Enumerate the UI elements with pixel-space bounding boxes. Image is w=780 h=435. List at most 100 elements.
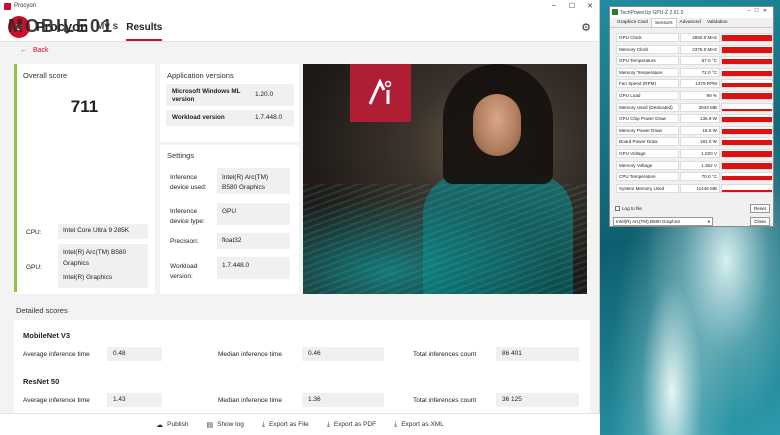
sensor-graph	[721, 137, 773, 147]
sensor-graph	[721, 91, 773, 100]
sensor-name[interactable]: Memory Power Draw	[616, 125, 679, 135]
tab-results[interactable]: Results	[126, 22, 163, 41]
sensor-name[interactable]: CPU Temperature	[616, 172, 679, 182]
precision-value: float32	[217, 233, 290, 249]
sensor-row: System Memory Used 11446 MB	[616, 183, 774, 194]
gpuz-window: TechPowerUp GPU-Z 2.61.0 –☐✕ Graphics Ca…	[609, 6, 774, 227]
gpu-label: GPU:	[26, 264, 42, 271]
sensor-graph	[721, 79, 773, 89]
sensor-graph-fill	[722, 70, 772, 76]
sensor-name[interactable]: Fan Speed (RPM)	[616, 79, 679, 89]
tab-validation[interactable]: Validation	[704, 18, 731, 27]
gpu-value-1: Intel(R) Arc(TM) B580 Graphics	[63, 249, 127, 267]
sensor-graph-fill	[722, 176, 772, 181]
sensor-name[interactable]: Memory Clock	[616, 44, 679, 54]
document-icon: ▤	[206, 421, 214, 429]
sensor-value: 2843 MB	[680, 102, 720, 112]
sensor-graph-fill	[722, 140, 772, 146]
ai-logo-icon	[350, 64, 411, 122]
gpuz-app-icon	[612, 9, 618, 15]
device-type-label: Inference device type:	[170, 208, 205, 225]
median-inference-value: 1.36	[302, 393, 384, 407]
sensor-name[interactable]: Memory Temperature	[616, 67, 679, 77]
publish-button[interactable]: ☁ Publish	[156, 421, 188, 429]
sensor-graph-fill	[722, 116, 772, 123]
sensor-graph	[721, 33, 773, 42]
windows-ml-value: 1.20.0	[255, 91, 274, 98]
publish-label: Publish	[167, 421, 189, 428]
gpu-select-dropdown[interactable]: Intel(R) Arc(TM) B580 Graphics ▾	[613, 217, 713, 226]
export-xml-label: Export as XML	[401, 421, 444, 428]
gpu-value-2: Intel(R) Graphics	[63, 274, 113, 281]
show-log-button[interactable]: ▤ Show log	[206, 421, 243, 429]
tab-graphics-card[interactable]: Graphics Card	[614, 18, 651, 27]
benchmark-name: ResNet 50	[23, 377, 60, 386]
export-xml-button[interactable]: ⤓ Export as XML	[394, 421, 444, 429]
sensor-row: Memory Power Draw 18.5 W	[616, 125, 774, 136]
close-icon[interactable]: ✕	[581, 2, 599, 10]
sensor-graph-fill	[722, 151, 772, 157]
median-inference-label: Median inference time	[218, 351, 282, 358]
cloud-upload-icon: ☁	[156, 421, 164, 429]
sensor-name[interactable]: GPU Load	[616, 91, 679, 100]
sensor-graph	[721, 114, 773, 124]
sensor-name[interactable]: GPU Clock	[616, 33, 679, 42]
sensor-row: Memory Voltage 1.352 V	[616, 160, 774, 171]
sensor-name[interactable]: GPU Chip Power Draw	[616, 114, 679, 124]
settings-workload-value: 1.7.448.0	[217, 257, 290, 279]
window-title: Procyon	[14, 3, 37, 9]
sensor-name[interactable]: GPU Temperature	[616, 56, 679, 66]
settings-workload-label: Workload version:	[170, 263, 198, 280]
sensor-value: 1.020 V	[680, 149, 720, 158]
sensor-row: Memory Temperature 72.0 °C	[616, 67, 774, 78]
windows-ml-row: Microsoft Windows ML version 1.20.0	[166, 84, 294, 106]
export-file-label: Export as File	[268, 421, 309, 428]
chevron-down-icon: ▾	[707, 219, 710, 224]
back-link[interactable]: ← Back	[20, 47, 49, 54]
log-to-file-checkbox[interactable]: Log to file	[615, 206, 642, 211]
sensor-name[interactable]: Memory Used (Dedicated)	[616, 102, 679, 112]
sensor-name[interactable]: Memory Voltage	[616, 160, 679, 170]
sensor-value: 2850.0 MHz	[680, 33, 720, 42]
reset-button[interactable]: Reset	[750, 204, 770, 213]
tab-sensors[interactable]: Sensors	[650, 18, 677, 27]
sensor-graph-fill	[722, 83, 772, 88]
export-pdf-label: Export as PDF	[333, 421, 377, 428]
download-icon: ⤓	[326, 420, 330, 428]
sensor-graph-fill	[722, 108, 772, 111]
gpuz-titlebar: TechPowerUp GPU-Z 2.61.0 –☐✕	[610, 7, 773, 18]
action-footer: ☁ Publish ▤ Show log ⤓ Export as File ⤓ …	[0, 413, 600, 435]
sensor-value: 11446 MB	[680, 183, 720, 193]
workload-version-row: Workload version 1.7.448.0	[166, 110, 294, 126]
maximize-icon[interactable]: ☐	[563, 2, 581, 10]
sensor-graph-fill	[722, 46, 772, 53]
minimize-icon[interactable]: –	[545, 2, 563, 10]
sensor-graph-fill	[722, 189, 772, 192]
settings-panel: Settings Inference device used: Intel(R)…	[160, 145, 299, 294]
tab-advanced[interactable]: Advanced	[677, 18, 704, 27]
close-button[interactable]: Close	[750, 217, 770, 226]
sensor-row: GPU Load 99 %	[616, 91, 774, 101]
export-pdf-button[interactable]: ⤓ Export as PDF	[327, 421, 376, 429]
sensor-name[interactable]: GPU Voltage	[616, 149, 679, 158]
gear-icon[interactable]: ⚙	[581, 21, 591, 34]
checkbox-icon	[615, 206, 620, 211]
sensor-name[interactable]: System Memory Used	[616, 183, 679, 193]
gpu-value-box: Intel(R) Arc(TM) B580 Graphics Intel(R) …	[58, 244, 148, 288]
hero-image	[303, 64, 587, 294]
download-icon: ⤓	[394, 420, 398, 428]
cpu-value: Intel Core Ultra 9 285K	[58, 224, 148, 239]
watermark-logo: MOBILE01	[8, 16, 115, 36]
procyon-app-icon	[4, 2, 11, 10]
sensor-value: 70.0 °C	[680, 172, 720, 182]
sensor-graph	[721, 102, 773, 112]
sensor-name[interactable]: Board Power Draw	[616, 137, 679, 147]
log-to-file-label: Log to file	[622, 206, 642, 211]
avg-inference-label: Average inference time	[23, 397, 90, 404]
export-file-button[interactable]: ⤓ Export as File	[262, 421, 309, 429]
hero-figure-face	[473, 94, 521, 156]
sensor-graph	[721, 149, 773, 158]
procyon-window: Procyon – ☐ ✕ u Procyon My s Results MOB…	[0, 0, 600, 435]
gpuz-window-controls[interactable]: –☐✕	[748, 8, 771, 14]
score-accent-bar	[14, 64, 17, 292]
